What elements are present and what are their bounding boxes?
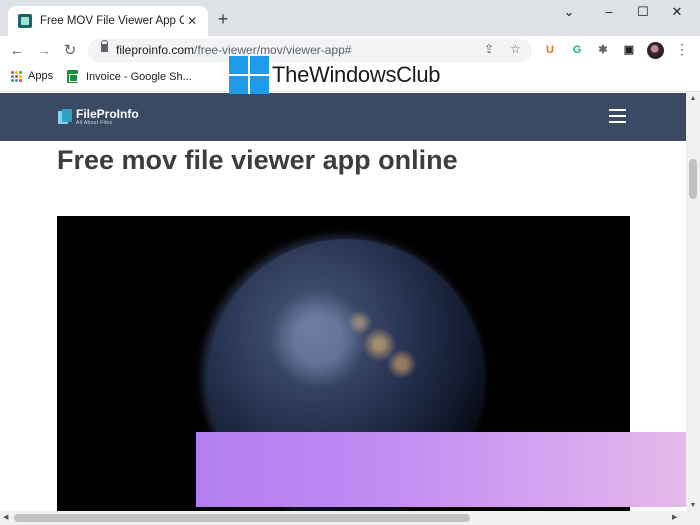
- vertical-scroll-thumb[interactable]: [689, 159, 697, 199]
- tab-strip: Free MOV File Viewer App Online ✕ + ⌄ – …: [0, 0, 700, 36]
- back-button[interactable]: ←: [8, 42, 26, 60]
- scroll-left-icon[interactable]: ◀: [3, 513, 8, 521]
- page-title: Free mov file viewer app online: [57, 145, 458, 175]
- lock-icon[interactable]: [101, 40, 108, 52]
- puzzle-icon[interactable]: ✱: [596, 43, 610, 57]
- promo-overlay: [196, 432, 686, 507]
- profile-avatar[interactable]: [647, 42, 664, 59]
- vertical-scrollbar[interactable]: ▲ ▼: [686, 93, 700, 511]
- scroll-up-icon[interactable]: ▲: [689, 95, 697, 102]
- tab-title: Free MOV File Viewer App Online: [40, 15, 185, 27]
- watermark-text: TheWindowsClub: [272, 62, 441, 87]
- close-window-button[interactable]: ✕: [664, 4, 690, 20]
- forward-button[interactable]: →: [35, 42, 53, 60]
- fileproinfo-logo-icon: [58, 109, 73, 125]
- site-logo[interactable]: FileProInfo All About Files: [58, 108, 139, 126]
- horizontal-scrollbar[interactable]: ◀ ▶: [0, 511, 700, 525]
- sidepanel-icon[interactable]: ▣: [622, 43, 636, 57]
- maximize-button[interactable]: ☐: [630, 4, 656, 20]
- windows-logo-icon: [229, 56, 269, 94]
- horizontal-scroll-thumb[interactable]: [14, 514, 470, 522]
- logo-name: FileProInfo: [76, 107, 139, 121]
- url-path: /free-viewer/mov/viewer-app#: [194, 43, 352, 57]
- tab-search-chevron-icon[interactable]: ⌄: [556, 4, 582, 20]
- scroll-right-icon[interactable]: ▶: [672, 513, 677, 521]
- sheets-icon: [67, 70, 78, 83]
- browser-tab[interactable]: Free MOV File Viewer App Online ✕: [8, 6, 208, 36]
- url-text[interactable]: fileproinfo.com/free-viewer/mov/viewer-a…: [116, 43, 351, 57]
- bookmark-label: Invoice - Google Sh...: [86, 70, 192, 83]
- bookmark-invoice[interactable]: Invoice - Google Sh...: [67, 70, 192, 83]
- new-tab-button[interactable]: +: [214, 10, 232, 28]
- bookmark-apps[interactable]: Apps: [11, 70, 53, 82]
- logo-tagline: All About Files: [76, 120, 113, 126]
- scroll-down-icon[interactable]: ▼: [689, 502, 697, 509]
- reload-button[interactable]: ↻: [61, 42, 79, 60]
- site-favicon-icon: [18, 14, 32, 28]
- share-icon[interactable]: ⇪: [484, 42, 494, 56]
- grammarly-icon[interactable]: G: [570, 43, 584, 57]
- bookmark-label: Apps: [28, 70, 54, 82]
- tab-close-icon[interactable]: ✕: [184, 14, 200, 28]
- url-domain: fileproinfo.com: [116, 43, 195, 57]
- browser-menu-icon[interactable]: ⋮: [675, 41, 689, 58]
- hamburger-menu-icon[interactable]: [609, 109, 626, 123]
- site-header: FileProInfo All About Files: [0, 93, 686, 141]
- watermark: TheWindowsClub: [229, 56, 441, 94]
- minimize-button[interactable]: –: [596, 4, 622, 19]
- apps-grid-icon: [11, 70, 22, 82]
- ublock-icon[interactable]: U: [543, 43, 557, 57]
- bookmark-star-icon[interactable]: ☆: [510, 42, 521, 56]
